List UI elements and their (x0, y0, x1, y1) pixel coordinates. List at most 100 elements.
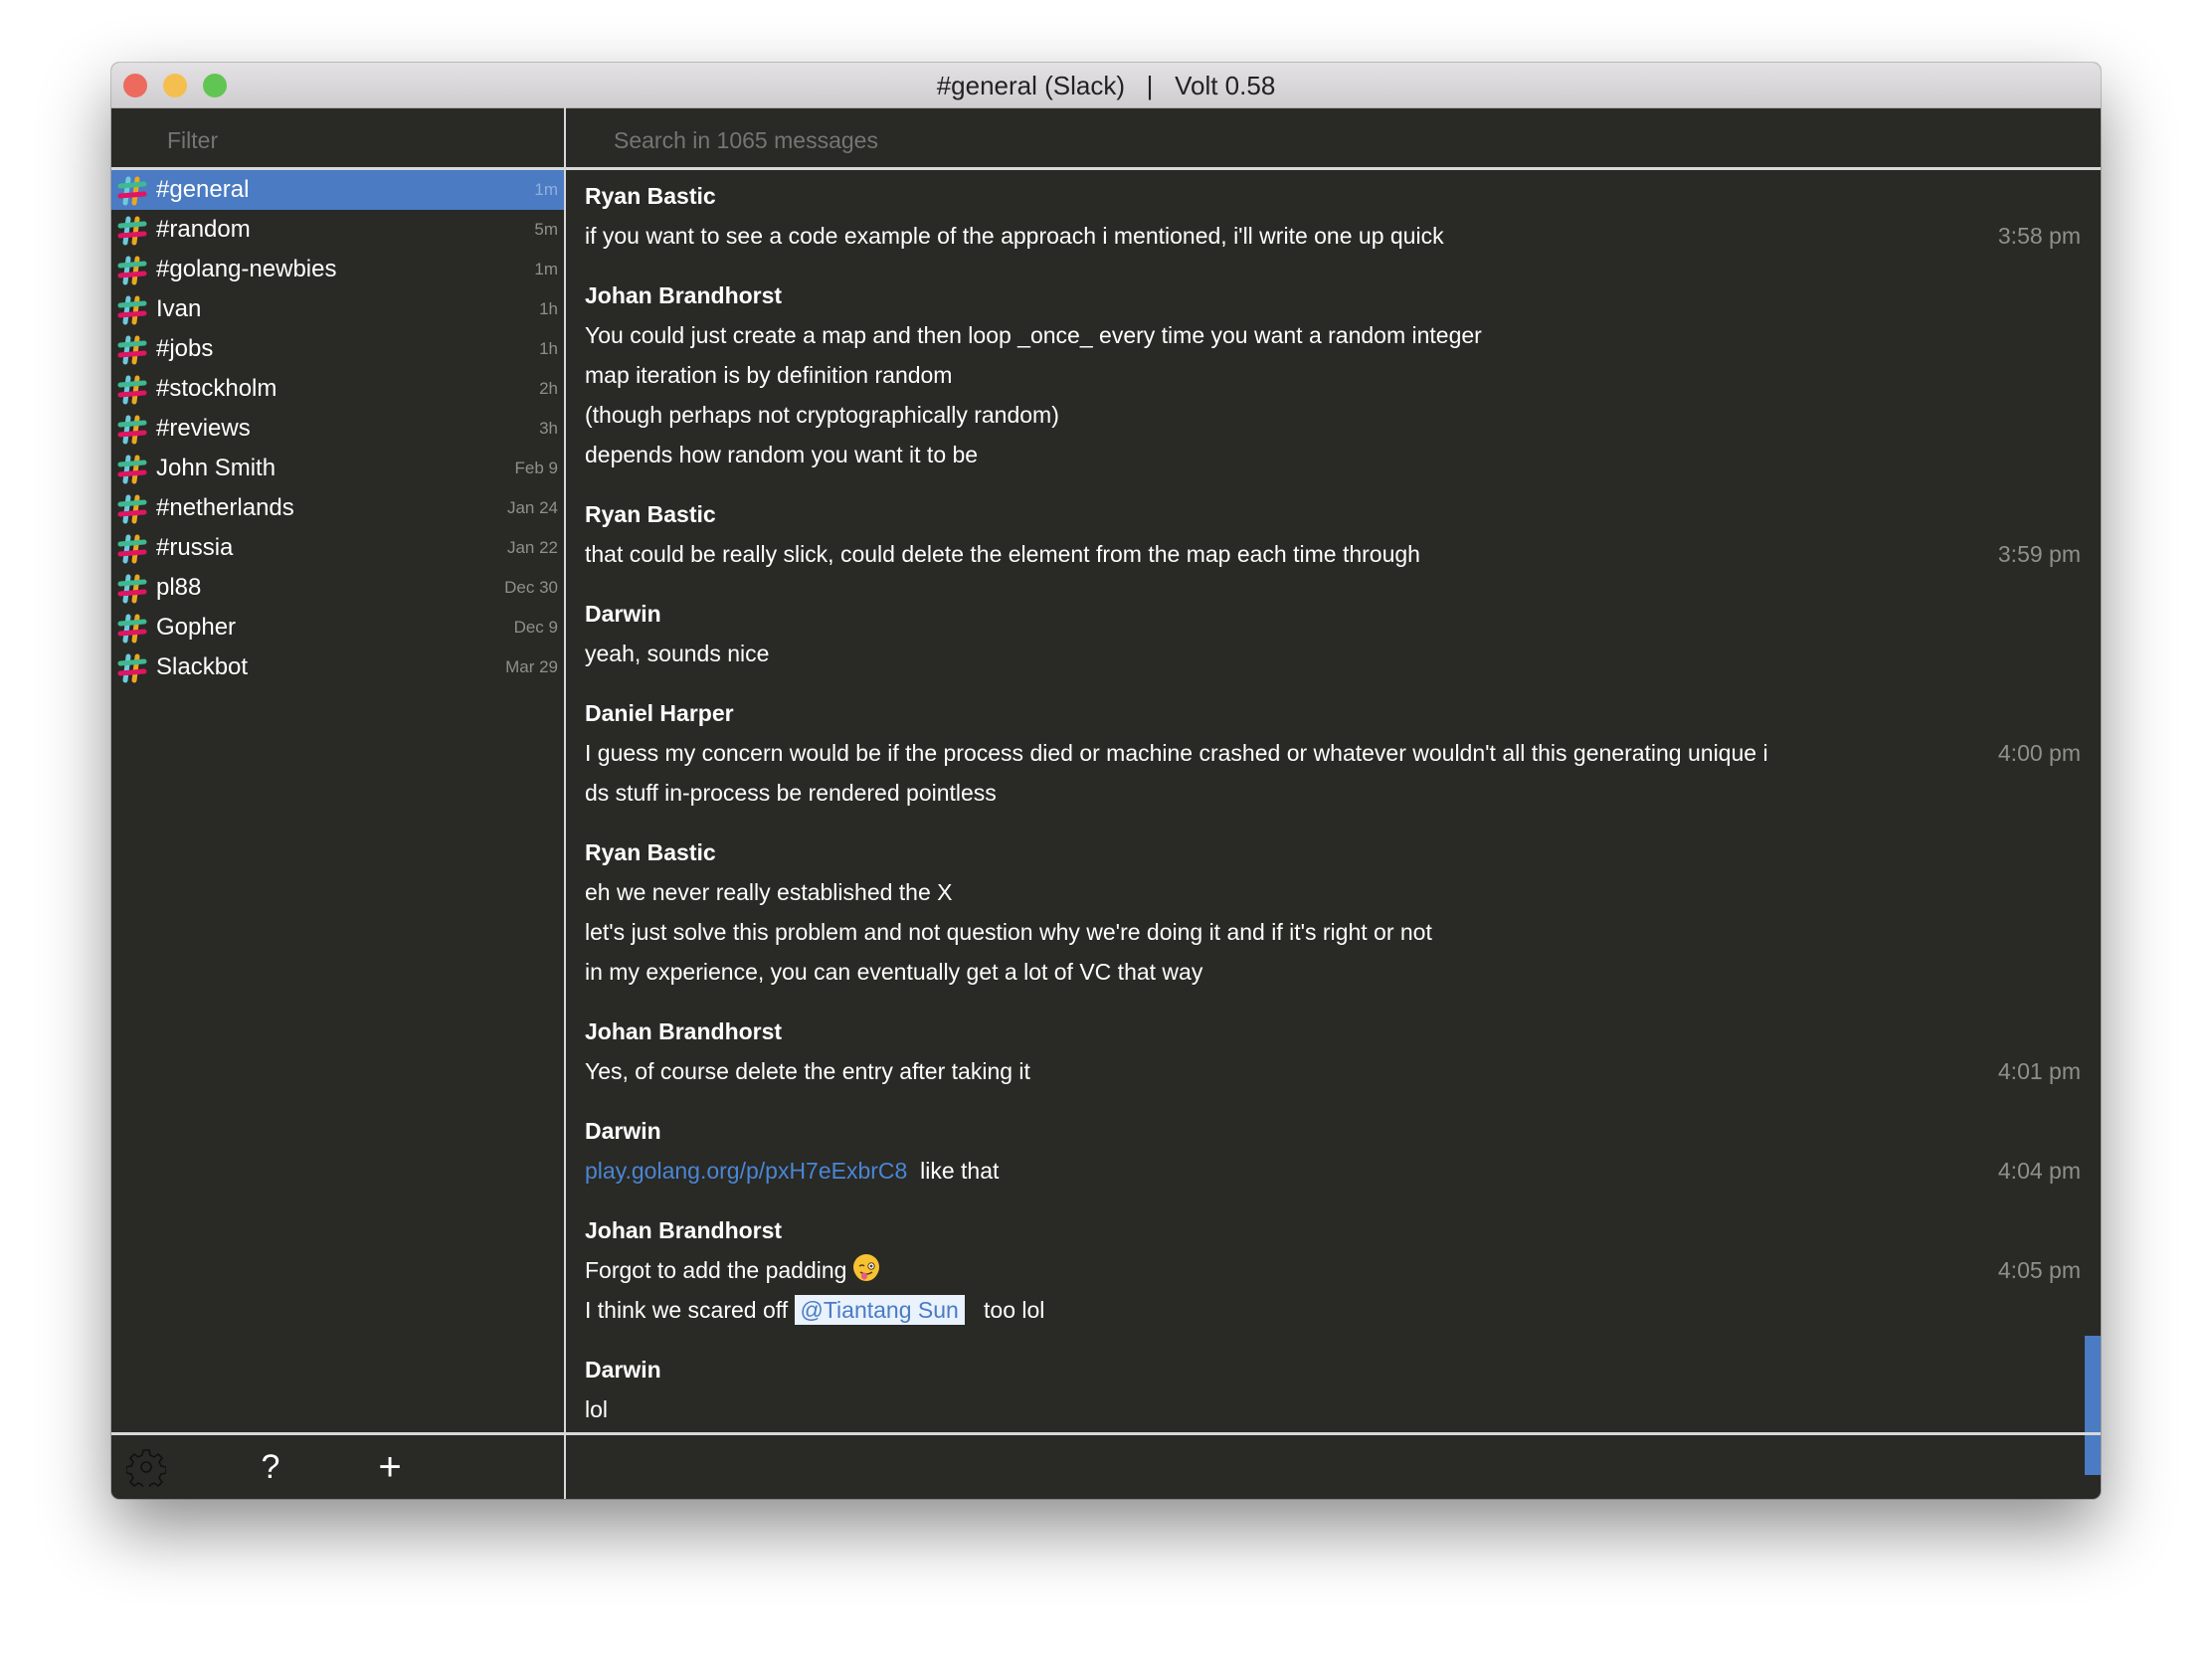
message-group: Daniel Harper I guess my concern would be… (585, 693, 2081, 813)
message-text: Forgot to add the padding (585, 1257, 853, 1283)
message-group: Johan Brandhorst Yes, of course delete th… (585, 1012, 2081, 1091)
channel-name: #reviews (156, 415, 251, 442)
message-line: I guess my concern would be if the proce… (585, 733, 2081, 773)
message-group: Darwin lol (585, 1350, 2081, 1429)
sidebar-item-slackbot[interactable]: Slackbot Mar 29 (111, 647, 564, 687)
slack-icon (117, 614, 147, 644)
sidebar-item-jobs[interactable]: #jobs 1h (111, 329, 564, 369)
channel-name: pl88 (156, 574, 202, 601)
filter-bar (111, 107, 564, 170)
channel-name: John Smith (156, 455, 276, 481)
slack-icon (117, 335, 147, 365)
message-timestamp: 4:00 pm (1997, 740, 2081, 766)
message-text: like that (907, 1158, 1000, 1184)
filter-input[interactable] (167, 127, 545, 154)
message-text: too lol (964, 1297, 1045, 1323)
message-author: Darwin (585, 1357, 661, 1382)
slack-icon (117, 574, 147, 604)
slack-icon (117, 534, 147, 564)
message-timestamp: 4:05 pm (1997, 1257, 2081, 1283)
message-group: Ryan Bastic that could be really slick, c… (585, 494, 2081, 574)
channel-name: #russia (156, 534, 234, 561)
sidebar-item-gopher[interactable]: Gopher Dec 9 (111, 608, 564, 647)
channel-name: #stockholm (156, 375, 277, 402)
sidebar-item-ivan[interactable]: Ivan 1h (111, 289, 564, 329)
message-author: Johan Brandhorst (585, 1217, 783, 1243)
window-title: #general (Slack) | Volt 0.58 (936, 71, 1276, 100)
message-author: Ryan Bastic (585, 839, 716, 865)
message-line: depends how random you want it to be (585, 435, 2081, 474)
title-bar: #general (Slack) | Volt 0.58 (111, 63, 2101, 108)
settings-button[interactable] (121, 1443, 171, 1491)
channel-time: Dec 9 (513, 618, 558, 637)
channel-time: Jan 24 (506, 498, 558, 517)
message-line: You could just create a map and then loo… (585, 315, 2081, 355)
message-line: Yes, of course delete the entry after ta… (585, 1051, 2081, 1091)
sidebar-item-netherlands[interactable]: #netherlands Jan 24 (111, 488, 564, 528)
add-channel-button[interactable]: + (360, 1443, 420, 1491)
message-line: that could be really slick, could delete… (585, 534, 2081, 574)
message-group: Darwin yeah, sounds nice (585, 594, 2081, 673)
channel-time: 1m (534, 180, 558, 199)
message-line: map iteration is by definition random (585, 355, 2081, 395)
sidebar-footer: ? + (111, 1432, 564, 1499)
message-timestamp: 3:59 pm (1997, 541, 2081, 567)
sidebar: #general 1m #random 5m #golang-newbies 1m Ivan… (111, 107, 566, 1499)
search-input[interactable] (614, 127, 1509, 154)
slack-icon (117, 653, 147, 683)
slack-icon (117, 494, 147, 524)
sidebar-item-random[interactable]: #random 5m (111, 210, 564, 250)
sidebar-item-russia[interactable]: #russia Jan 22 (111, 528, 564, 568)
winking-face-emoji-icon (852, 1254, 879, 1281)
slack-icon (117, 415, 147, 445)
message-text: map iteration is by definition random (585, 362, 953, 388)
message-text: in my experience, you can eventually get… (585, 959, 1203, 985)
message-line: lol (585, 1389, 2081, 1429)
help-button[interactable]: ? (241, 1443, 300, 1491)
message-group: Johan Brandhorst Forgot to add the paddin… (585, 1210, 2081, 1330)
message-author: Johan Brandhorst (585, 282, 783, 308)
message-author: Ryan Bastic (585, 183, 716, 209)
channel-name: Ivan (156, 295, 202, 322)
sidebar-item-pl88[interactable]: pl88 Dec 30 (111, 568, 564, 608)
channel-name: #golang-newbies (156, 256, 337, 282)
channel-time: Dec 30 (504, 578, 558, 597)
channel-name: #jobs (156, 335, 214, 362)
message-link[interactable]: play.golang.org/p/pxH7eExbrC8 (585, 1158, 907, 1184)
message-group: Darwin play.golang.org/p/pxH7eExbrC8 like… (585, 1111, 2081, 1191)
sidebar-item-john-smith[interactable]: John Smith Feb 9 (111, 449, 564, 488)
user-mention[interactable]: @Tiantang Sun (794, 1295, 965, 1325)
message-text: (though perhaps not cryptographically ra… (585, 402, 1059, 428)
channel-name: #random (156, 216, 251, 243)
message-group: Ryan Bastic eh we never really establishe… (585, 832, 2081, 992)
message-timestamp: 4:01 pm (1997, 1058, 2081, 1084)
message-input[interactable] (566, 1435, 2101, 1499)
message-timestamp: 4:04 pm (1997, 1158, 2081, 1184)
channel-name: #general (156, 176, 250, 203)
slack-icon (117, 256, 147, 285)
channel-time: 5m (534, 220, 558, 239)
gear-icon (126, 1449, 166, 1487)
slack-icon (117, 216, 147, 246)
message-line: (though perhaps not cryptographically ra… (585, 395, 2081, 435)
message-line: ds stuff in-process be rendered pointles… (585, 773, 2081, 813)
sidebar-item-golang-newbies[interactable]: #golang-newbies 1m (111, 250, 564, 289)
message-text: I think we scared off (585, 1297, 795, 1323)
message-text: eh we never really established the X (585, 879, 953, 905)
sidebar-item-reviews[interactable]: #reviews 3h (111, 409, 564, 449)
channel-time: Mar 29 (505, 657, 558, 676)
sidebar-item-general[interactable]: #general 1m (111, 170, 564, 210)
message-text: I guess my concern would be if the proce… (585, 740, 1768, 766)
channel-name: Gopher (156, 614, 237, 641)
message-line: play.golang.org/p/pxH7eExbrC8 like that 4… (585, 1151, 2081, 1191)
channel-name: Slackbot (156, 653, 249, 680)
message-author: Johan Brandhorst (585, 1018, 783, 1044)
message-group: Ryan Bastic if you want to see a code exa… (585, 176, 2081, 256)
search-bar (566, 107, 2101, 170)
sidebar-item-stockholm[interactable]: #stockholm 2h (111, 369, 564, 409)
channel-time: 1h (539, 299, 558, 318)
message-author: Darwin (585, 601, 661, 627)
message-author: Ryan Bastic (585, 501, 716, 527)
channel-time: Feb 9 (514, 459, 558, 477)
message-text: lol (585, 1396, 609, 1422)
